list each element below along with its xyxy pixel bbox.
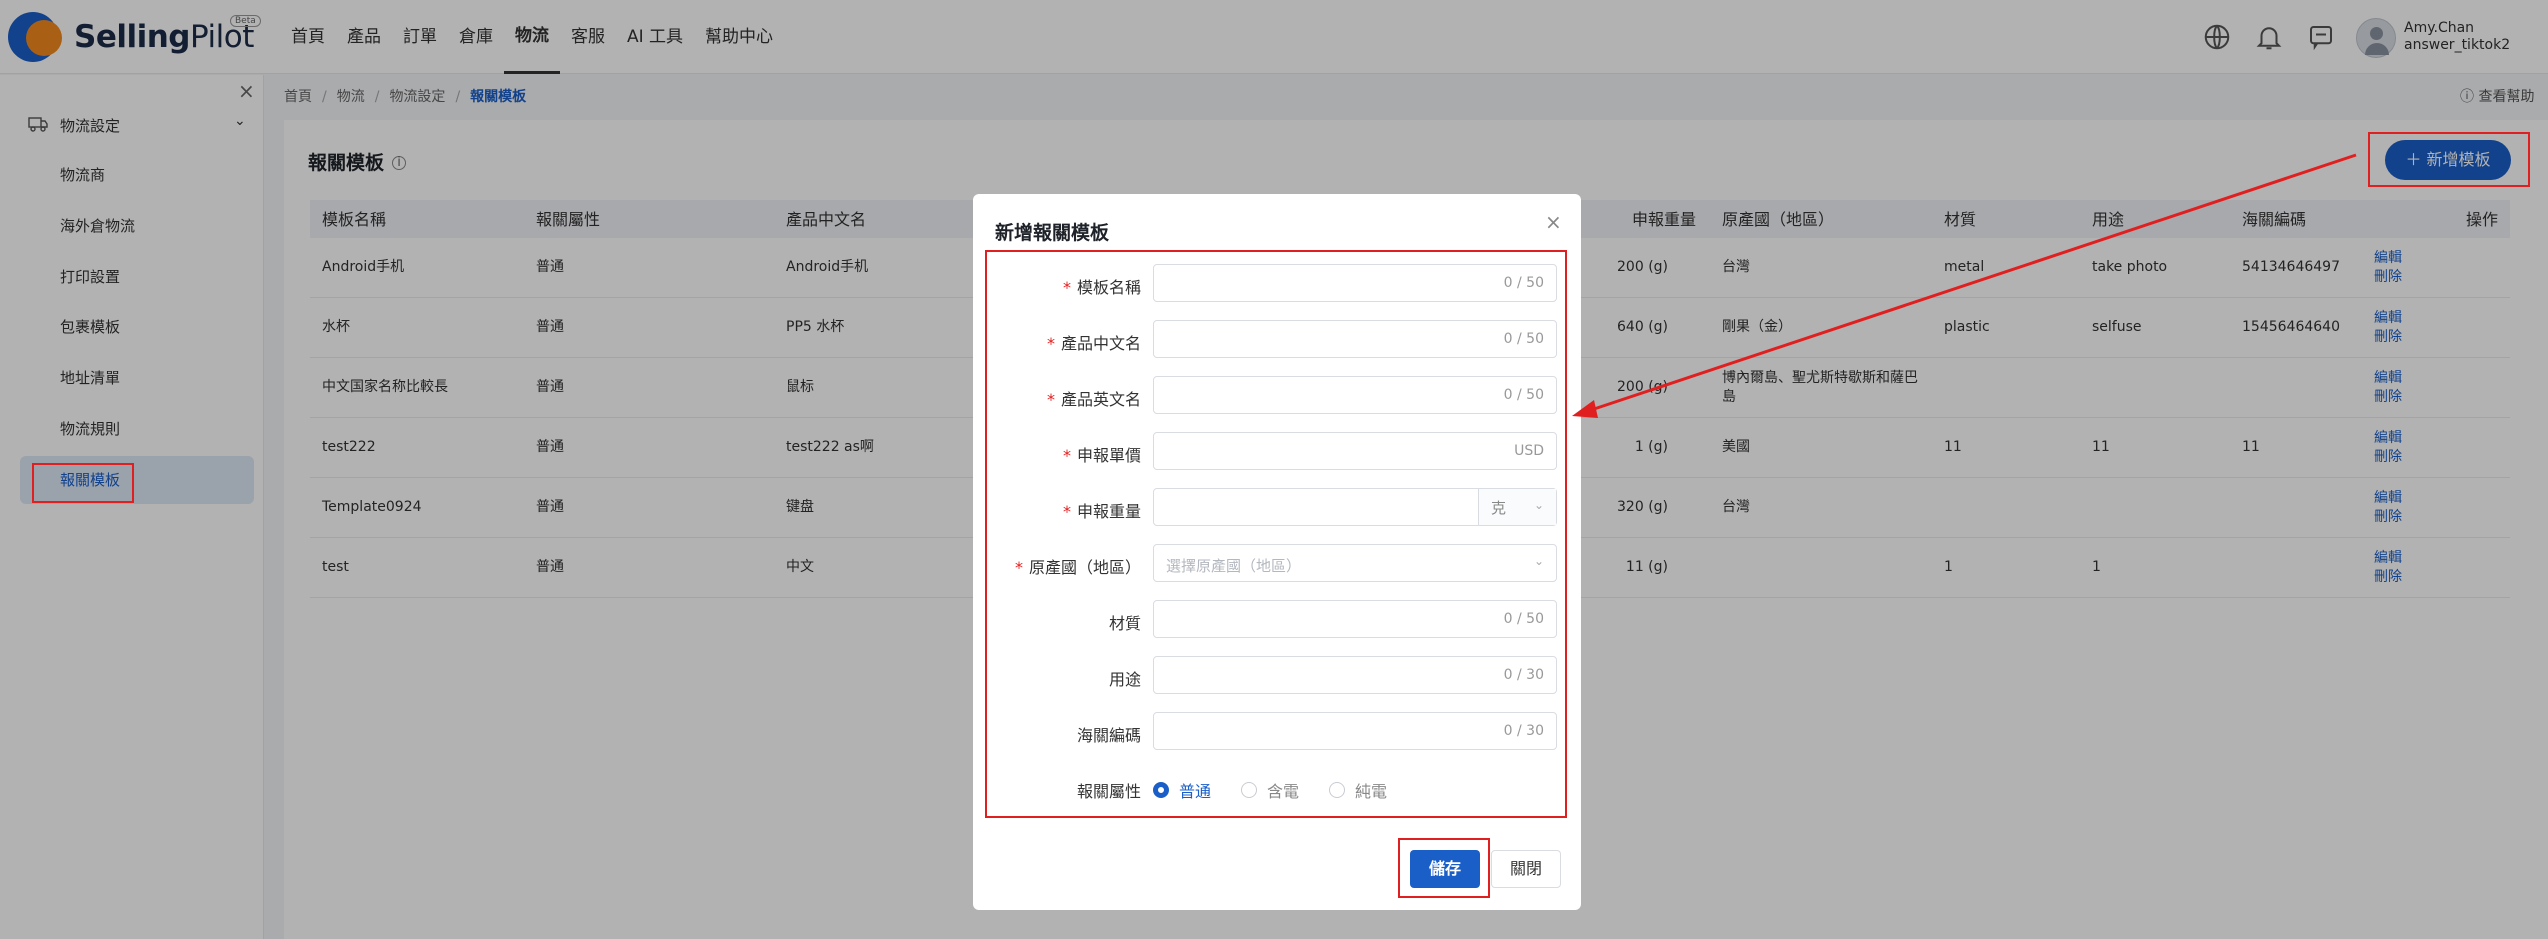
- field-customs-attr: 報關屬性 普通 含電 純電: [973, 768, 1581, 808]
- close-icon[interactable]: ×: [1545, 210, 1562, 234]
- chevron-down-icon: ⌄: [1533, 554, 1544, 568]
- weight-unit-select[interactable]: 克 ⌄: [1478, 489, 1556, 525]
- customs-attr-radio-group: 普通 含電 純電: [1153, 778, 1387, 802]
- field-cn-name: * 產品中文名 0 / 50: [973, 320, 1581, 360]
- close-button[interactable]: 關閉: [1491, 850, 1561, 888]
- en-name-input[interactable]: 0 / 50: [1153, 376, 1557, 414]
- usage-input[interactable]: 0 / 30: [1153, 656, 1557, 694]
- radio-normal[interactable]: 普通: [1153, 778, 1211, 802]
- field-template-name: * 模板名稱 0 / 50: [973, 264, 1581, 304]
- add-template-modal: 新增報關模板 × * 模板名稱 0 / 50 * 產品中文名 0 / 50 * 產品英…: [973, 194, 1581, 910]
- field-origin: * 原產國（地區） 選擇原產國（地區） ⌄: [973, 544, 1581, 584]
- radio-battery-only[interactable]: 純電: [1329, 778, 1387, 802]
- field-declared-weight: * 申報重量 克 ⌄: [973, 488, 1581, 528]
- template-name-input[interactable]: 0 / 50: [1153, 264, 1557, 302]
- field-usage: 用途 0 / 30: [973, 656, 1581, 696]
- radio-with-battery[interactable]: 含電: [1241, 778, 1299, 802]
- field-hs-code: 海關編碼 0 / 30: [973, 712, 1581, 752]
- material-input[interactable]: 0 / 50: [1153, 600, 1557, 638]
- declared-weight-input[interactable]: 克 ⌄: [1153, 488, 1557, 526]
- hs-code-input[interactable]: 0 / 30: [1153, 712, 1557, 750]
- cn-name-input[interactable]: 0 / 50: [1153, 320, 1557, 358]
- highlight-box-add: [2368, 132, 2530, 187]
- chevron-down-icon: ⌄: [1533, 498, 1544, 512]
- save-button[interactable]: 儲存: [1410, 850, 1480, 888]
- declared-price-input[interactable]: USD: [1153, 432, 1557, 470]
- modal-title: 新增報關模板: [995, 222, 1110, 244]
- field-en-name: * 產品英文名 0 / 50: [973, 376, 1581, 416]
- field-declared-price: * 申報單價 USD: [973, 432, 1581, 472]
- origin-select[interactable]: 選擇原產國（地區） ⌄: [1153, 544, 1557, 582]
- highlight-box-sidebar: [32, 463, 134, 503]
- field-material: 材質 0 / 50: [973, 600, 1581, 640]
